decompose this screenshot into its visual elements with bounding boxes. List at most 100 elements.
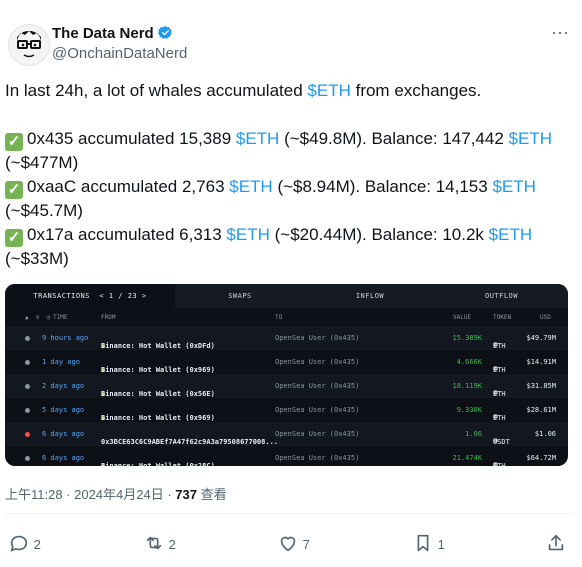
tab-swaps: SWAPS [228,292,252,300]
verified-badge-icon [157,25,172,39]
cashtag-eth[interactable]: $ETH [236,129,279,148]
table-row: 2 days ago ◆ Binance: Hot Wallet (0x56E) Op… [5,374,568,398]
row-indicator-dot [25,336,30,341]
retweet-icon [146,536,162,550]
cashtag-eth[interactable]: $ETH [307,81,350,100]
heart-icon [280,536,296,552]
row-to: OpenSea User (0x435) [275,406,360,414]
row-usd: $28.61M [526,406,556,414]
views-count: 737 [175,487,197,502]
table-header: ▲ ⊘ ◷ TIME FROM TO VALUE TOKEN USD [5,308,568,326]
author-handle[interactable]: @OnchainDataNerd [52,45,187,62]
table-row: 5 days ago ◆ Binance: Hot Wallet (0x969) Op… [5,398,568,422]
share-button[interactable] [545,532,567,554]
header-to: TO [275,314,283,321]
author-name-text: The Data Nerd [52,25,154,42]
tab-transactions: TRANSACTIONS < 1 / 23 > [5,284,175,308]
line-text: 0x435 accumulated 15,389 [27,129,236,148]
more-options-icon[interactable]: ··· [545,22,575,42]
line-text: (~$8.94M). Balance: 14,153 [272,177,493,196]
row-from-text: 0x3BCE63C6C9ABEf7A47f62c9A3a79508677008.… [101,438,279,446]
check-mark-icon: ✓ [5,133,23,151]
bookmark-button[interactable]: 1 [412,532,445,554]
header-from: FROM [101,314,116,321]
row-usd: $31.85M [526,382,556,390]
bookmark-icon [417,534,429,552]
reply-button[interactable]: 2 [8,532,41,554]
tweet-line-2-cont: (~$45.7M) [5,201,83,220]
header-usd: USD [540,314,551,321]
table-row: 1 day ago ◆ Binance: Hot Wallet (0x969) Ope… [5,350,568,374]
cashtag-eth[interactable]: $ETH [229,177,272,196]
row-token-text: ETH [493,414,506,422]
row-usd: $64.72M [526,454,556,462]
row-usd: $1.06 [534,430,556,438]
row-token-text: USDT [493,438,510,446]
line-text: (~$49.8M). Balance: 147,442 [279,129,509,148]
row-to: OpenSea User (0x435) [275,358,360,366]
reply-count: 2 [33,537,41,552]
reply-icon [10,535,28,552]
row-value: 15.389K [452,334,482,342]
divider [5,513,572,514]
row-time: 6 days ago [42,454,85,462]
row-time: 9 hours ago [42,334,89,342]
cashtag-eth[interactable]: $ETH [492,177,535,196]
row-indicator-dot [25,384,30,389]
row-to: OpenSea User (0x435) [275,454,360,462]
table-row: 9 hours ago ◆ Binance: Hot Wallet (0xDFd) O… [5,326,568,350]
like-count: 7 [302,537,310,552]
cashtag-eth[interactable]: $ETH [226,225,269,244]
nerd-avatar-icon [9,25,49,65]
table-row: 6 days ago ◆ Binance: Hot Wallet (0x28C) Op… [5,446,568,466]
row-time: 5 days ago [42,406,85,414]
avatar[interactable] [8,24,50,66]
row-value: 1.06 [465,430,482,438]
row-from-text: Binance: Hot Wallet (0x969) [101,366,215,374]
row-value: 21.474K [452,454,482,462]
row-indicator-dot [25,456,30,461]
row-time: 1 day ago [42,358,80,366]
row-from-text: Binance: Hot Wallet (0x969) [101,414,215,422]
row-from-text: Binance: Hot Wallet (0xDFd) [101,342,215,350]
row-from-text: Binance: Hot Wallet (0x56E) [101,390,215,398]
line-text: 0xaaC accumulated 2,763 [27,177,230,196]
tweet-meta: 上午11:28 · 2024年4月24日 · 737 查看 [5,484,227,503]
header-icons: ▲ ⊘ ◷ [25,314,51,321]
tweet-line-1-cont: (~$477M) [5,153,79,172]
row-indicator-dot [25,360,30,365]
intro-prefix: In last 24h, a lot of whales accumulated [5,81,308,100]
row-to: OpenSea User (0x435) [275,430,360,438]
like-button[interactable]: 7 [277,532,310,554]
author-name[interactable]: The Data Nerd [52,25,173,42]
tab-outflow: OUTFLOW [484,292,518,300]
retweet-button[interactable]: 2 [143,532,176,554]
header-time: TIME [53,314,68,321]
row-indicator-dot [25,408,30,413]
row-usd: $14.91M [526,358,556,366]
header-value: VALUE [453,314,472,321]
row-from-text: Binance: Hot Wallet (0x28C) [101,462,215,466]
bookmark-count: 1 [437,537,445,552]
tweet-line-3-cont: (~$33M) [5,249,69,268]
row-time: 6 days ago [42,430,85,438]
cashtag-eth[interactable]: $ETH [489,225,532,244]
image-tab-bar: TRANSACTIONS < 1 / 23 > SWAPS INFLOW OUT… [5,284,568,308]
share-icon [548,534,564,551]
cashtag-eth[interactable]: $ETH [509,129,552,148]
row-value: 18.119K [452,382,482,390]
header-token: TOKEN [493,314,512,321]
attached-image[interactable]: TRANSACTIONS < 1 / 23 > SWAPS INFLOW OUT… [5,284,568,466]
row-time: 2 days ago [42,382,85,390]
timestamp[interactable]: 上午11:28 · 2024年4月24日 · [5,487,175,502]
tweet-line-1: ✓ 0x435 accumulated 15,389 $ETH (~$49.8M)… [5,127,552,151]
tab-inflow: INFLOW [355,292,385,300]
row-to: OpenSea User (0x435) [275,334,360,342]
check-mark-icon: ✓ [5,181,23,199]
row-indicator-dot [25,432,30,437]
tweet-line-3: ✓ 0x17a accumulated 6,313 $ETH (~$20.44M)… [5,223,532,247]
row-token-text: ETH [493,390,506,398]
views-label: 查看 [197,487,227,502]
pager: < 1 / 23 > [99,292,147,300]
intro-suffix: from exchanges. [350,81,482,100]
